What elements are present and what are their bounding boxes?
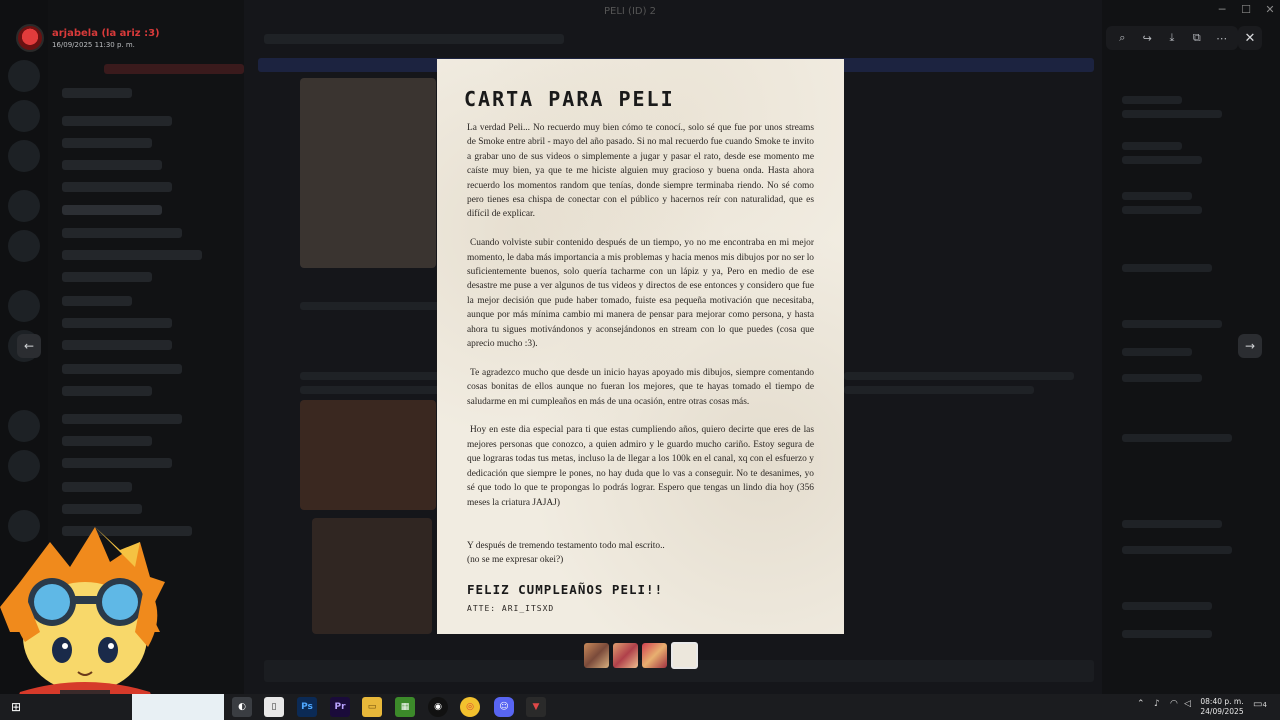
closing-line: Y después de tremendo testamento todo ma… (467, 541, 665, 551)
letter-title: CARTA PARA PELI (464, 87, 675, 111)
character-sticker (0, 527, 165, 720)
notification-icon[interactable]: ▭4 (1253, 699, 1267, 710)
closing-line: (no se me expresar okei?) (467, 555, 564, 566)
image-viewer-overlay: PELI (ID) 2 ─ ☐ ✕ arjabela (la ariz :3) … (0, 0, 1280, 694)
premiere-icon[interactable]: Pr (330, 697, 350, 717)
notification-count: 4 (1262, 701, 1267, 709)
avatar[interactable] (16, 24, 44, 52)
app-icon[interactable]: ▼ (526, 697, 546, 717)
thumbnail-strip (584, 642, 698, 669)
minecraft-icon[interactable]: ▦ (395, 697, 415, 717)
open-external-icon[interactable]: ⧉ (1187, 28, 1207, 48)
windows-start-icon[interactable]: ⊞ (6, 697, 26, 717)
photoshop-icon[interactable]: Ps (297, 697, 317, 717)
file-icon[interactable]: ▯ (264, 697, 284, 717)
letter-paragraph: La verdad Peli... No recuerdo muy bien c… (467, 123, 814, 220)
upload-date: 16/09/2025 11:30 p. m. (52, 40, 135, 49)
thumbnail[interactable] (584, 643, 609, 668)
uploader-info: arjabela (la ariz :3) 16/09/2025 11:30 p… (16, 24, 160, 52)
forward-icon[interactable]: ↪ (1137, 28, 1157, 48)
signature: ATTE: ARI_ITSXD (467, 604, 555, 613)
window-close-icon[interactable]: ✕ (1260, 3, 1280, 16)
close-viewer-button[interactable]: ✕ (1238, 26, 1262, 50)
zoom-in-icon[interactable]: ⌕ (1112, 28, 1132, 48)
viewer-toolbar: ⌕ ↪ ⤓ ⧉ ⋯ (1106, 26, 1238, 50)
chrome-icon[interactable]: ◎ (460, 697, 480, 717)
taskbar: ⊞ ◐ ▯ Ps Pr ▭ ▦ ◉ ◎ ☺ ▼ ⌃ ♪ ◠ ◁ 08:40 p.… (0, 694, 1280, 720)
folder-icon[interactable]: ▭ (362, 697, 382, 717)
letter-paragraph: Hoy en este dia especial para ti que est… (467, 425, 814, 508)
thumbnail-active[interactable] (671, 642, 698, 669)
app-icon[interactable]: ◐ (232, 697, 252, 717)
taskbar-search[interactable] (132, 694, 224, 720)
letter-closing: Y después de tremendo testamento todo ma… (467, 539, 814, 568)
chevron-up-icon[interactable]: ⌃ (1137, 699, 1145, 709)
letter-paragraph: Te agradezco mucho que desde un inicio h… (467, 367, 814, 407)
window-title: PELI (ID) 2 (604, 6, 657, 17)
obs-icon[interactable]: ◉ (428, 697, 448, 717)
thumbnail[interactable] (642, 643, 667, 668)
letter-body: La verdad Peli... No recuerdo muy bien c… (467, 121, 814, 524)
uploader-name[interactable]: arjabela (la ariz :3) (52, 28, 160, 39)
discord-icon[interactable]: ☺ (494, 697, 514, 717)
download-icon[interactable]: ⤓ (1162, 28, 1182, 48)
letter-image[interactable]: CARTA PARA PELI La verdad Peli... No rec… (437, 59, 844, 634)
clock-time: 08:40 p. m. (1200, 697, 1244, 706)
more-icon[interactable]: ⋯ (1212, 28, 1232, 48)
letter-paragraph: Cuando volviste subir contenido después … (467, 238, 814, 350)
clock-date: 24/09/2025 (1200, 707, 1244, 716)
previous-image-button[interactable]: ← (17, 334, 41, 358)
wifi-icon[interactable]: ◠ (1170, 699, 1178, 709)
thumbnail[interactable] (613, 643, 638, 668)
maximize-icon[interactable]: ☐ (1236, 3, 1256, 16)
minimize-icon[interactable]: ─ (1212, 3, 1232, 16)
next-image-button[interactable]: → (1238, 334, 1262, 358)
microphone-icon[interactable]: ♪ (1154, 699, 1160, 709)
volume-icon[interactable]: ◁ (1184, 699, 1191, 709)
birthday-wish: FELIZ CUMPLEAÑOS PELI!! (467, 582, 664, 597)
clock[interactable]: 08:40 p. m. 24/09/2025 (1198, 697, 1246, 717)
